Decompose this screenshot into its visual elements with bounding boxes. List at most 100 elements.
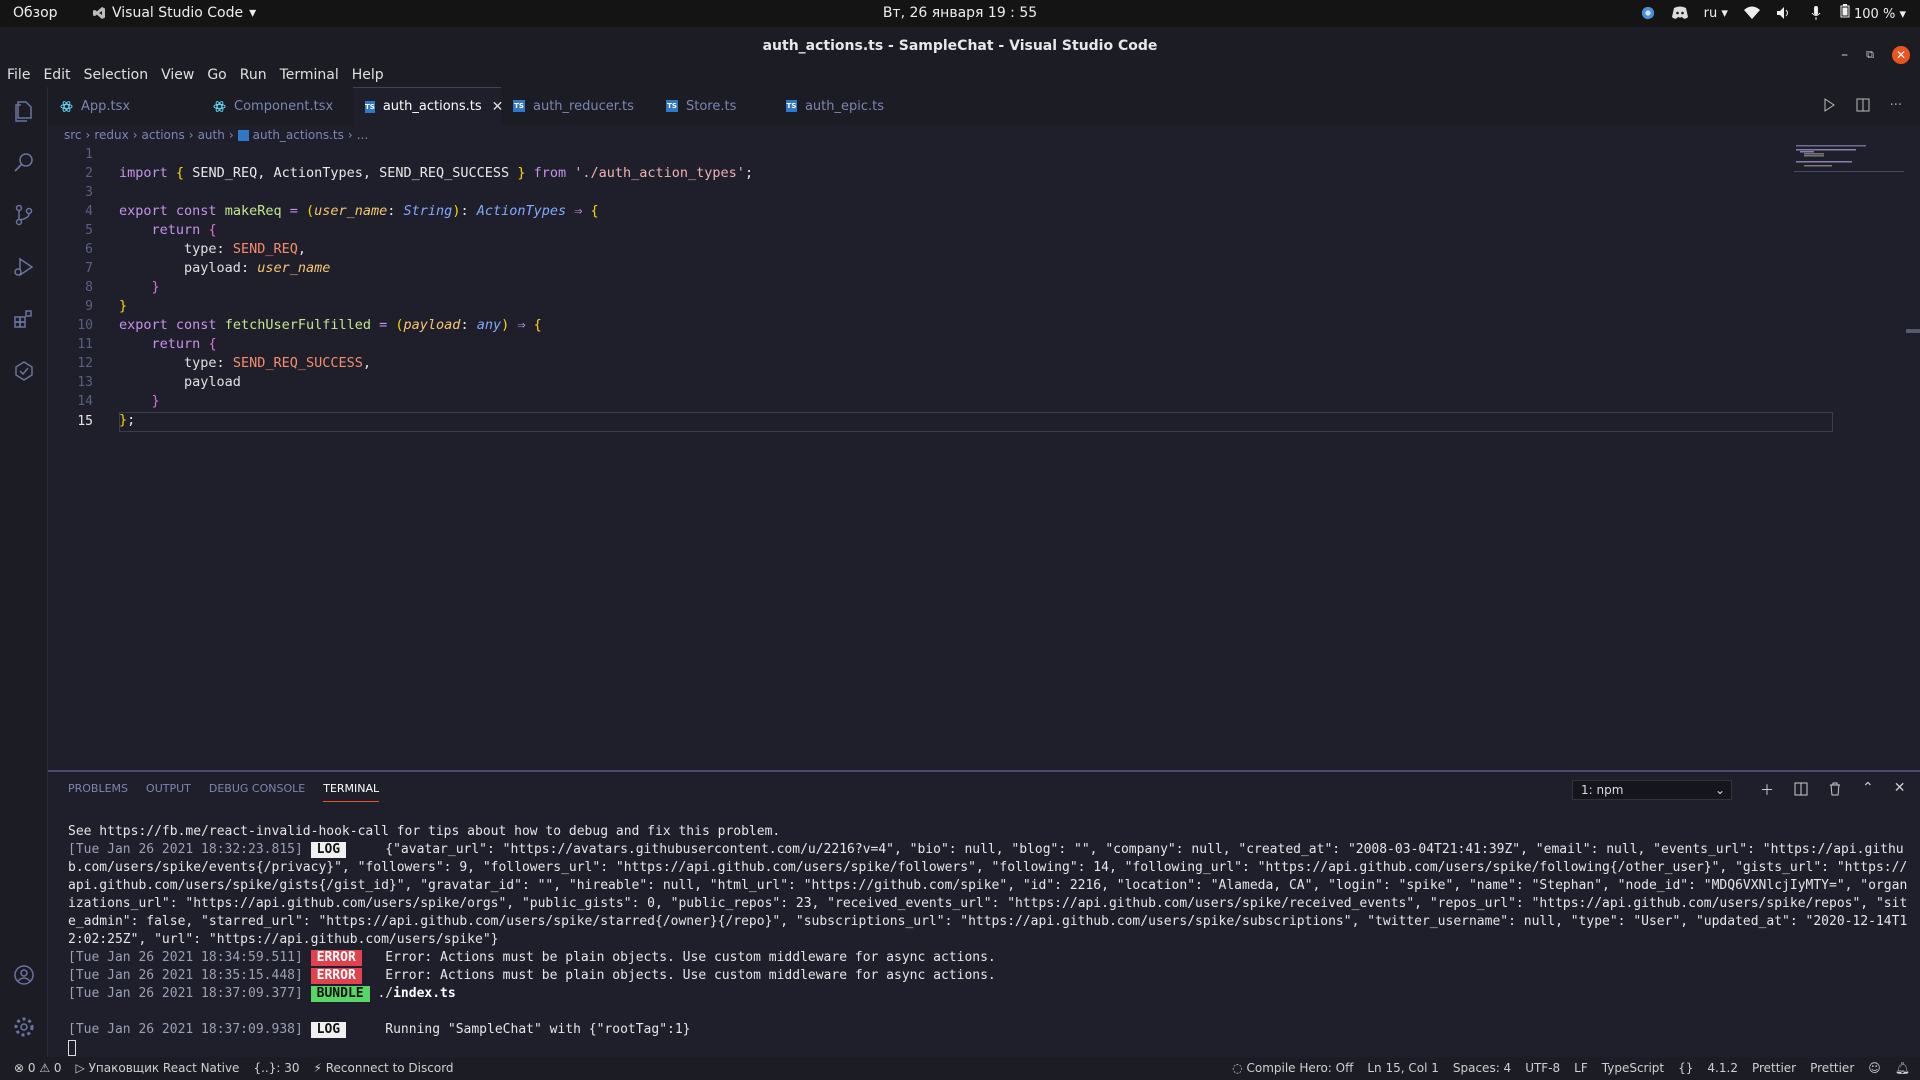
microphone-icon[interactable] [1808,6,1824,20]
test-icon[interactable] [12,359,36,383]
ts-version[interactable]: 4.1.2 [1707,1061,1738,1075]
bell-icon[interactable]: 🔔︎ [1895,1061,1910,1075]
maximize-panel-icon[interactable]: ⌃ [1862,780,1874,800]
breadcrumb-auth[interactable]: auth [198,128,225,142]
tab-app-tsx[interactable]: App.tsx [48,87,201,125]
minimap[interactable] [1794,144,1904,184]
split-terminal-icon[interactable] [1794,782,1808,796]
ts-icon: TS [365,100,375,113]
line-number: 13 [77,375,93,390]
indentation-status[interactable]: Spaces: 4 [1453,1061,1511,1075]
breadcrumb-redux[interactable]: redux [94,128,128,142]
volume-icon[interactable] [1776,6,1792,20]
eol-status[interactable]: LF [1574,1061,1588,1075]
cursor-position[interactable]: Ln 15, Col 1 [1367,1061,1439,1075]
terminal-output[interactable]: See https://fb.me/react-invalid-hook-cal… [68,823,1908,1057]
new-terminal-icon[interactable]: ＋ [1760,780,1774,800]
ts-icon [237,129,249,141]
run-debug-icon[interactable] [12,255,36,279]
tab-auth-actions-ts[interactable]: TS auth_actions.ts ✕ [353,87,503,125]
packager-status[interactable]: ▷ Упаковщик React Native [76,1061,240,1075]
split-editor-icon[interactable] [1856,98,1870,112]
code-line: type: SEND_REQ, [184,241,306,257]
braces-status[interactable]: {..}: 30 [253,1061,299,1075]
search-icon[interactable] [12,151,36,175]
tab-auth-epic-ts[interactable]: TS auth_epic.ts [774,87,898,125]
menu-view[interactable]: View [154,65,200,87]
play-icon: ▷ [75,1061,85,1075]
panel-tab-problems[interactable]: PROBLEMS [68,782,128,802]
gear-icon[interactable] [12,1015,36,1039]
source-control-icon[interactable] [12,203,36,227]
breadcrumb-symbol[interactable]: ... [357,128,368,142]
breadcrumb-file[interactable]: auth_actions.ts [253,128,344,142]
keyboard-layout[interactable]: ru ▾ [1704,6,1728,21]
clock[interactable]: Вт, 26 января 19 : 55 [883,5,1037,21]
scrollbar-thumb[interactable] [1906,329,1920,333]
tab-label: App.tsx [81,98,131,114]
current-line-highlight [119,412,1833,432]
menu-go[interactable]: Go [200,65,232,87]
line-number: 1 [85,147,93,162]
tab-label: auth_epic.ts [804,98,884,114]
prettier-status-2[interactable]: Prettier [1810,1061,1854,1075]
code-editor[interactable]: 1 import { SEND_REQ, ActionTypes, SEND_R… [48,144,1920,770]
chevron-down-icon: ⌄ [1714,783,1725,797]
terminal-select[interactable]: 1: npm ⌄ [1572,780,1732,800]
problems-status[interactable]: ⊗ 0 ⚠ 0 [14,1061,62,1075]
editor-scrollbar[interactable] [1906,145,1920,769]
panel-tab-debug-console[interactable]: DEBUG CONSOLE [209,782,305,802]
language-mode[interactable]: TypeScript [1602,1061,1664,1075]
plug-icon: ⚡ [313,1061,322,1075]
chevron-down-icon: ▾ [249,5,257,21]
discord-status[interactable]: ⚡ Reconnect to Discord [313,1061,453,1075]
window-title-bar[interactable]: auth_actions.ts - SampleChat - Visual St… [0,27,1920,65]
encoding-status[interactable]: UTF-8 [1525,1061,1560,1075]
window-title: auth_actions.ts - SampleChat - Visual St… [762,38,1158,54]
packager-label: Упаковщик React Native [88,1061,240,1075]
panel-tab-output[interactable]: OUTPUT [146,782,191,802]
tab-component-tsx[interactable]: Component.tsx [201,87,353,125]
system-tray[interactable]: ru ▾ 100 % ▾ [1640,4,1906,22]
explorer-icon[interactable] [12,99,36,123]
menu-edit[interactable]: Edit [36,65,76,87]
extensions-icon[interactable] [12,307,36,331]
battery-icon [1840,4,1850,18]
braces-icon[interactable]: {} [1678,1061,1693,1075]
menu-selection[interactable]: Selection [77,65,155,87]
feedback-icon[interactable]: ☺ [1868,1061,1881,1075]
code-line: payload [184,374,241,390]
terminal-prompt[interactable] [68,1039,1908,1057]
run-icon[interactable] [1822,98,1836,112]
line-number: 10 [77,318,93,333]
breadcrumb-src[interactable]: src [64,128,82,142]
chromium-icon[interactable] [1640,6,1656,20]
tab-store-ts[interactable]: TS Store.ts [654,87,774,125]
more-actions-icon[interactable]: ··· [1890,98,1902,113]
menu-file[interactable]: File [0,65,36,87]
trash-icon[interactable] [1828,782,1842,796]
breadcrumb-actions[interactable]: actions [142,128,185,142]
panel-tab-terminal[interactable]: TERMINAL [323,782,380,802]
close-window-button[interactable]: ✕ [1892,46,1910,64]
app-menu-button[interactable]: Visual Studio Code ▾ [92,5,256,21]
chevron-right-icon: › [132,128,138,142]
prettier-status[interactable]: Prettier [1752,1061,1796,1075]
tab-auth-reducer-ts[interactable]: TS auth_reducer.ts [501,87,654,125]
terminal-line: See https://fb.me/react-invalid-hook-cal… [68,824,781,839]
tab-label: auth_reducer.ts [533,98,634,114]
discord-icon[interactable] [1671,6,1688,20]
battery-indicator[interactable]: 100 % ▾ [1840,4,1906,22]
compile-hero-status[interactable]: ◌ Compile Hero: Off [1232,1061,1353,1075]
line-number: 9 [85,299,93,314]
menu-run[interactable]: Run [233,65,273,87]
discord-label: Reconnect to Discord [325,1061,454,1075]
close-panel-icon[interactable]: ✕ [1894,780,1906,800]
accounts-icon[interactable] [12,963,36,987]
menu-help[interactable]: Help [345,65,390,87]
wifi-icon[interactable] [1743,6,1760,20]
activities-button[interactable]: Обзор [13,5,58,21]
menu-terminal[interactable]: Terminal [273,65,345,87]
ts-icon: TS [786,100,797,112]
